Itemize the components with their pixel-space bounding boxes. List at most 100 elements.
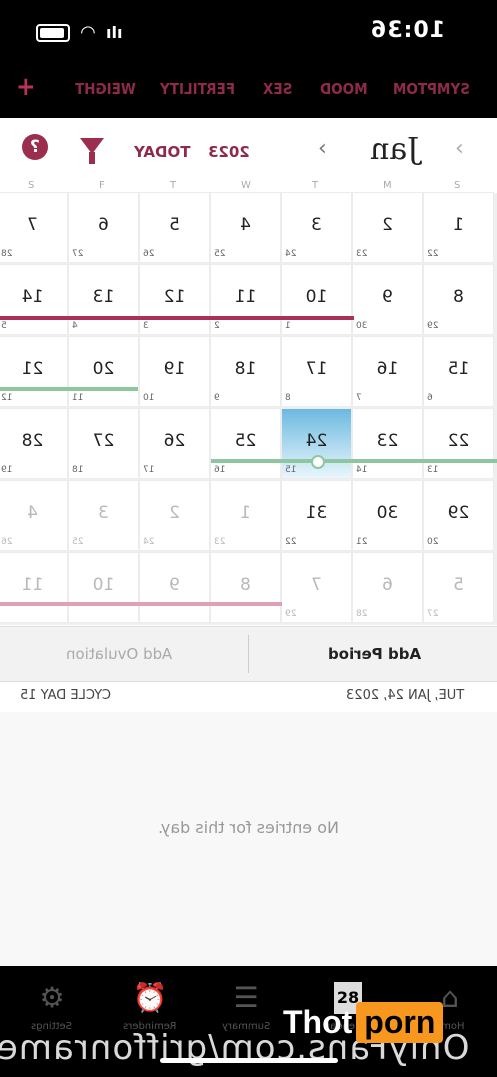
add-ovulation-button[interactable]: Add Ovulation bbox=[66, 645, 172, 663]
tab-summary[interactable]: ☰ Summary bbox=[216, 982, 276, 1033]
day-number: 26 bbox=[163, 431, 186, 451]
ovulation-marker bbox=[311, 455, 325, 469]
category-tab-weight[interactable]: WEIGHT bbox=[75, 80, 136, 98]
fertile-bar bbox=[211, 459, 497, 463]
calendar-day[interactable]: 15 6 bbox=[424, 337, 493, 406]
calendar-header: ? TODAY 2023 ‹ Jan ‹ bbox=[0, 118, 497, 180]
day-number: 6 bbox=[98, 215, 109, 235]
calendar-day[interactable]: 3 25 bbox=[69, 481, 138, 550]
help-button[interactable]: ? bbox=[22, 134, 48, 160]
calendar-day[interactable]: 9 30 bbox=[353, 265, 422, 334]
calendar-day[interactable]: 13 4 bbox=[69, 265, 138, 334]
calendar-day[interactable]: 1 22 bbox=[424, 193, 493, 262]
calendar-day[interactable]: 123 bbox=[211, 481, 280, 550]
calendar-day[interactable]: 6 28 bbox=[353, 553, 422, 622]
calendar-day[interactable]: 30 21 bbox=[353, 481, 422, 550]
calendar-day[interactable]: 28 19 bbox=[0, 409, 67, 478]
calendar-day[interactable]: 19 10 bbox=[140, 337, 209, 406]
cycle-day-number: 27 bbox=[72, 249, 84, 259]
add-period-button[interactable]: Add Period bbox=[328, 645, 421, 663]
tab-reminders[interactable]: ⏰ Reminders bbox=[120, 982, 180, 1033]
calendar-day[interactable]: 27 18 bbox=[69, 409, 138, 478]
day-number: 5 bbox=[453, 575, 464, 595]
calendar-day[interactable]: 16 7 bbox=[353, 337, 422, 406]
calendar-day[interactable]: 9 bbox=[140, 553, 209, 622]
calendar-day[interactable]: 25 16 bbox=[211, 409, 280, 478]
cycle-day-number: 6 bbox=[427, 393, 433, 403]
category-tab-sex[interactable]: SEX bbox=[263, 80, 292, 98]
chevron-right-icon[interactable]: ‹ bbox=[318, 136, 327, 161]
calendar-day[interactable]: 31 22 bbox=[282, 481, 351, 550]
calendar-day[interactable]: 18 9 bbox=[211, 337, 280, 406]
tab-settings[interactable]: ⚙ Settings bbox=[22, 982, 82, 1033]
today-button[interactable]: TODAY bbox=[134, 143, 190, 161]
day-number: 27 bbox=[92, 431, 115, 451]
calendar-day[interactable]: 10 bbox=[69, 553, 138, 622]
day-number: 19 bbox=[163, 359, 186, 379]
category-tab-symptom[interactable]: SYMPTOM bbox=[393, 80, 470, 98]
calendar-day[interactable]: 3 24 bbox=[282, 193, 351, 262]
cycle-day-number: 20 bbox=[427, 537, 439, 547]
calendar-day[interactable]: 4 26 bbox=[0, 481, 67, 550]
cycle-day-number: 21 bbox=[356, 537, 368, 547]
day-number: 8 bbox=[240, 575, 251, 595]
calendar-day[interactable]: 14 5 bbox=[0, 265, 67, 334]
cycle-day-number: 9 bbox=[214, 393, 220, 403]
calendar-day[interactable]: 123 bbox=[140, 265, 209, 334]
chevron-left-icon[interactable]: ‹ bbox=[455, 136, 464, 161]
weekday-label: S bbox=[28, 180, 35, 191]
calendar-day[interactable]: 6 27 bbox=[69, 193, 138, 262]
calendar-day[interactable]: 11 bbox=[0, 553, 67, 622]
day-number: 2 bbox=[382, 215, 393, 235]
calendar-day[interactable]: 29 20 bbox=[424, 481, 493, 550]
calendar-day[interactable]: 2 23 bbox=[353, 193, 422, 262]
day-number: 16 bbox=[376, 359, 399, 379]
watermark-brand-2: porn bbox=[356, 1001, 444, 1043]
category-tab-fertility[interactable]: FERTILITY bbox=[160, 80, 235, 98]
cycle-day-number: 3 bbox=[143, 321, 149, 331]
list-icon: ☰ bbox=[233, 981, 259, 1014]
calendar-day[interactable]: 26 17 bbox=[140, 409, 209, 478]
day-number: 13 bbox=[92, 287, 115, 307]
cycle-day-number: 5 bbox=[1, 321, 7, 331]
calendar-day[interactable]: 5 27 bbox=[424, 553, 493, 622]
wifi-icon: ◠ bbox=[80, 22, 96, 43]
day-number: 17 bbox=[305, 359, 328, 379]
cycle-day-number: 12 bbox=[1, 393, 13, 403]
day-number: 9 bbox=[382, 287, 393, 307]
weekday-label: F bbox=[99, 180, 105, 191]
day-number: 31 bbox=[305, 503, 328, 523]
calendar-day[interactable]: 22 13 bbox=[424, 409, 493, 478]
year-label[interactable]: 2023 bbox=[208, 143, 250, 161]
day-number: 21 bbox=[21, 359, 44, 379]
day-number: 22 bbox=[447, 431, 470, 451]
calendar-day[interactable]: 17 8 bbox=[282, 337, 351, 406]
cycle-day-label: CYCLE DAY 15 bbox=[20, 688, 112, 703]
calendar-day[interactable]: 4 25 bbox=[211, 193, 280, 262]
add-category-button[interactable]: + bbox=[16, 72, 36, 102]
cycle-day-number: 10 bbox=[143, 393, 155, 403]
home-indicator[interactable] bbox=[160, 1058, 338, 1063]
cycle-day-number: 22 bbox=[285, 537, 297, 547]
calendar-day[interactable]: 23 14 bbox=[353, 409, 422, 478]
calendar-day[interactable]: 21 12 bbox=[0, 337, 67, 406]
calendar-day[interactable]: 8 29 bbox=[424, 265, 493, 334]
category-tab-mood[interactable]: MOOD bbox=[320, 80, 368, 98]
calendar-day[interactable]: 5 26 bbox=[140, 193, 209, 262]
day-number: 9 bbox=[169, 575, 180, 595]
calendar-day[interactable]: 20 11 bbox=[69, 337, 138, 406]
cycle-day-number: 28 bbox=[356, 609, 368, 619]
cycle-day-number: 18 bbox=[72, 465, 84, 475]
calendar-day[interactable]: 2 24 bbox=[140, 481, 209, 550]
calendar-day[interactable]: 8 bbox=[211, 553, 280, 622]
calendar-day[interactable]: 7 29 bbox=[282, 553, 351, 622]
day-number: 10 bbox=[92, 575, 115, 595]
day-number: 20 bbox=[92, 359, 115, 379]
calendar-day[interactable]: 7 28 bbox=[0, 193, 67, 262]
day-number: 11 bbox=[234, 287, 257, 307]
calendar-day[interactable]: 10 1 bbox=[282, 265, 351, 334]
calendar-day[interactable]: 11 2 bbox=[211, 265, 280, 334]
filter-icon[interactable] bbox=[80, 138, 104, 164]
cycle-day-number: 15 bbox=[285, 465, 297, 475]
status-bar: ◠ ılı 10:36 bbox=[0, 0, 497, 68]
